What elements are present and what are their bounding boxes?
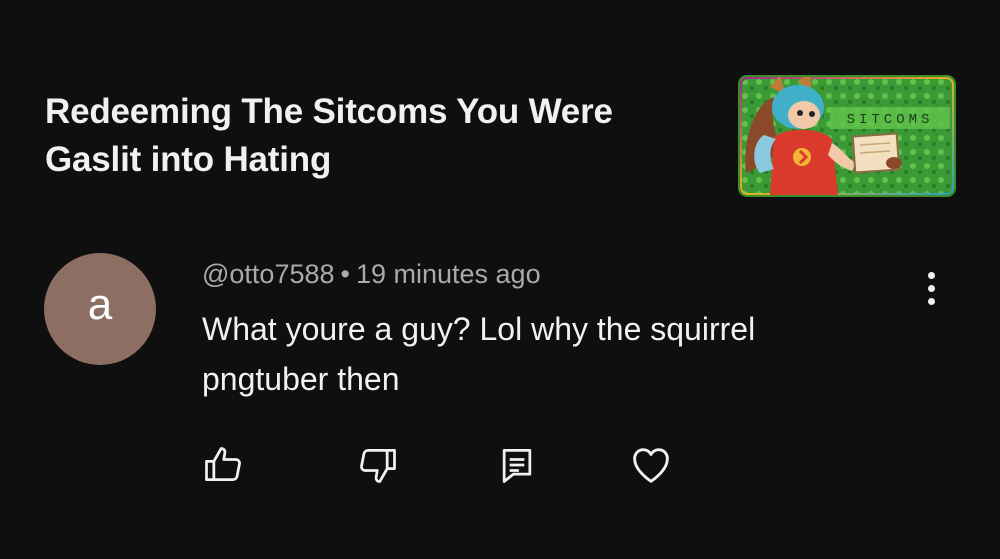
video-header[interactable]: Redeeming The Sitcoms You Were Gaslit in… (0, 0, 1000, 220)
dislike-button[interactable] (353, 440, 403, 490)
more-vertical-icon[interactable] (910, 264, 952, 312)
thumbnail-overlay-text: SITCOMS (847, 112, 934, 128)
like-button[interactable] (198, 440, 248, 490)
meta-separator: • (340, 259, 350, 289)
comment-actions (0, 440, 1000, 490)
heart-button[interactable] (626, 440, 676, 490)
comment-screen: Redeeming The Sitcoms You Were Gaslit in… (0, 0, 1000, 559)
thumbnail-art: SITCOMS (740, 77, 954, 195)
comment-timestamp: 19 minutes ago (355, 259, 541, 289)
comment-author[interactable]: @otto7588 (202, 259, 335, 289)
reply-button[interactable] (492, 440, 542, 490)
reply-comment-icon (502, 448, 532, 483)
video-thumbnail[interactable]: SITCOMS (738, 75, 956, 197)
avatar-letter: a (87, 280, 113, 329)
heart-icon (633, 448, 669, 483)
comment: a @otto7588 • 19 minutes ago What youre a … (0, 240, 1000, 559)
thumbs-up-icon (205, 447, 241, 482)
video-title[interactable]: Redeeming The Sitcoms You Were Gaslit in… (45, 88, 685, 184)
avatar[interactable]: a (44, 253, 156, 365)
thumbs-down-icon (360, 448, 396, 483)
comment-text: What youre a guy? Lol why the squirrel p… (202, 311, 756, 397)
comment-meta: @otto7588 • 19 minutes ago (202, 258, 541, 290)
